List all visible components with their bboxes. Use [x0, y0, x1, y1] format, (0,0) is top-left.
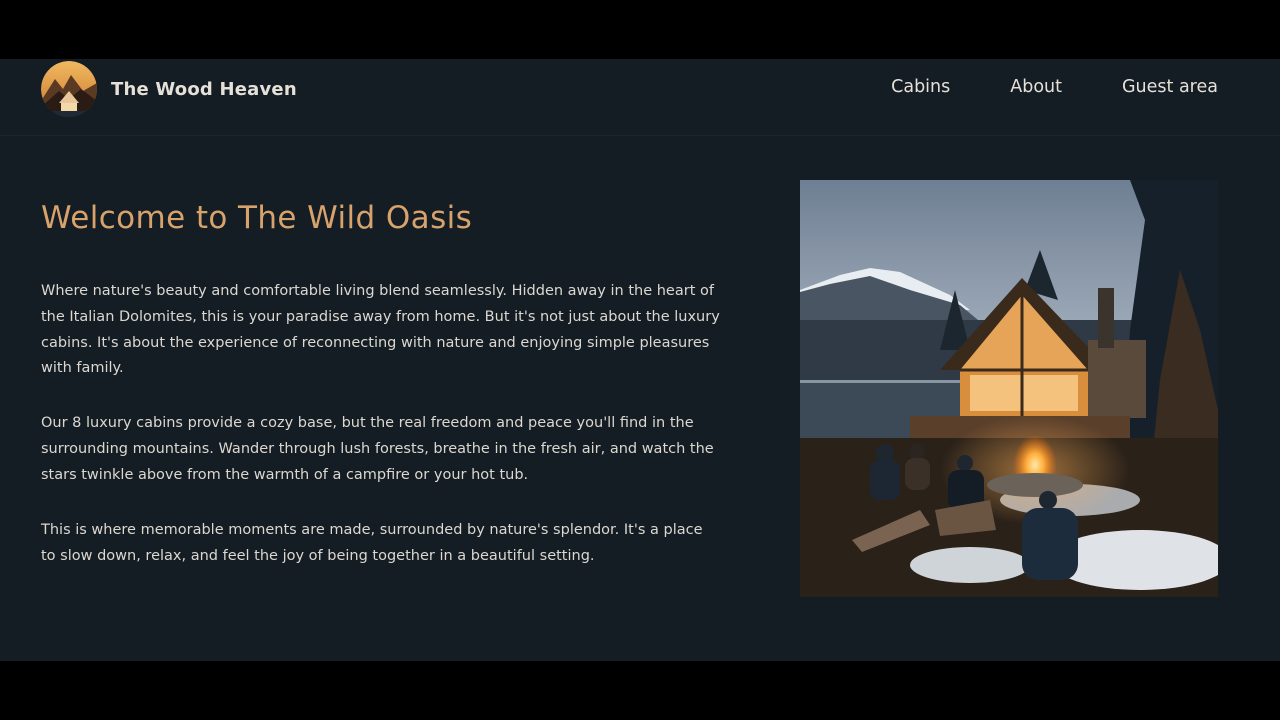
intro-paragraph-2: Our 8 luxury cabins provide a cozy base,… [41, 415, 714, 483]
nav-cabins-link[interactable]: Cabins [891, 75, 950, 99]
brand-name: The Wood Heaven [111, 78, 297, 100]
cabin-logo-icon [41, 61, 97, 117]
nav-about-link[interactable]: About [1010, 75, 1062, 99]
page-title: Welcome to The Wild Oasis [41, 200, 473, 236]
main-nav: Cabins About Guest area [891, 75, 1218, 99]
home-logo-link[interactable]: The Wood Heaven [41, 61, 297, 117]
intro-paragraph-3: This is where memorable moments are made… [41, 522, 703, 564]
intro-paragraph-1: Where nature's beauty and comfortable li… [41, 283, 720, 377]
site-header: The Wood Heaven Cabins About Guest area [0, 59, 1280, 136]
letterbox-top [0, 0, 1280, 59]
lakeside-cabin-campfire-image [800, 180, 1218, 597]
page: The Wood Heaven Cabins About Guest area … [0, 59, 1280, 661]
letterbox-bottom [0, 661, 1280, 720]
nav-guest-area-link[interactable]: Guest area [1122, 75, 1218, 99]
